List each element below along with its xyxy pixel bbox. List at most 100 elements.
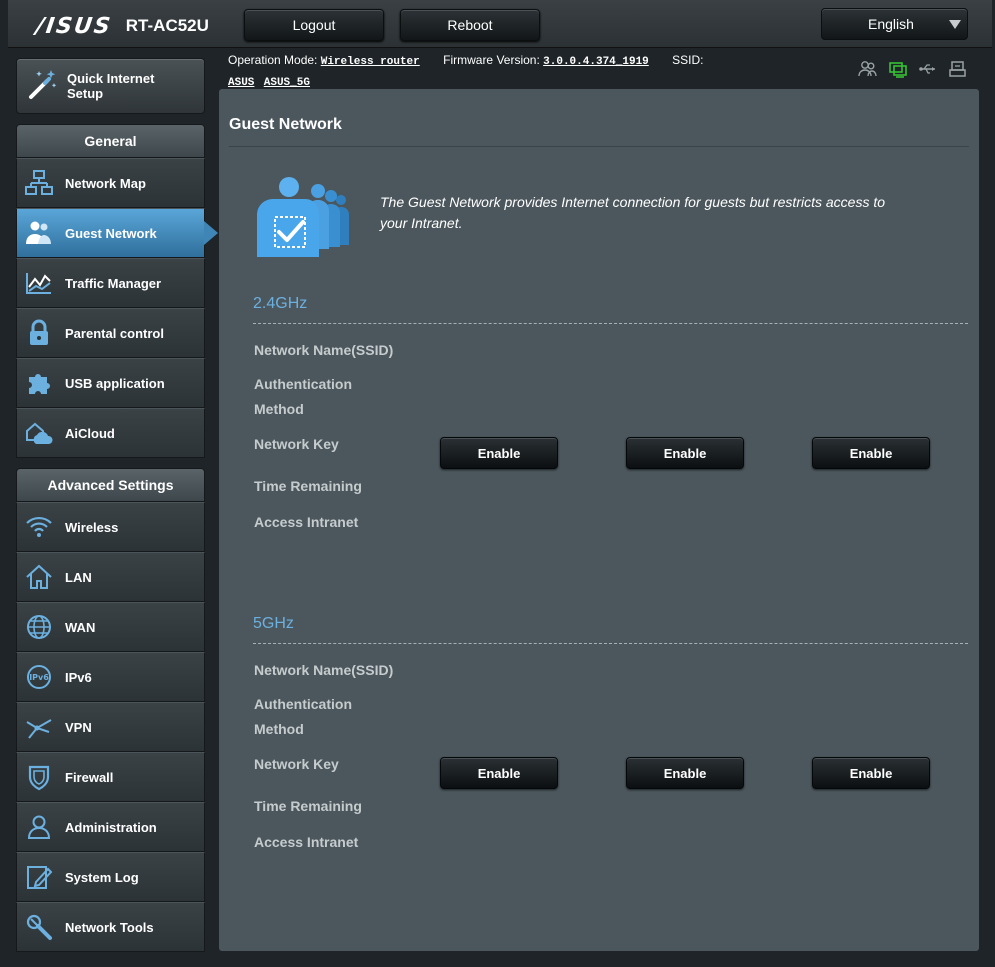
sidebar-item-wireless[interactable]: Wireless [16,502,205,552]
guest-group-icon [253,175,363,259]
language-select[interactable]: English [821,8,968,40]
title-divider [229,146,969,147]
traffic-manager-icon [23,267,55,299]
sidebar-item-label: Wireless [65,519,119,535]
band-divider-5g [253,643,968,644]
field-label-auth-method: Authentication Method [254,376,352,417]
sidebar-item-label: System Log [65,869,139,885]
printer-icon[interactable] [948,60,968,78]
brand-logo: /ISUS [34,13,114,39]
field-label-access-intranet: Access Intranet [254,834,359,850]
guest-network-icon [23,217,55,249]
sidebar-item-traffic-manager[interactable]: Traffic Manager [16,258,205,308]
quick-setup-label-2: Setup [67,86,104,101]
firmware-link[interactable]: 3.0.0.4.374_1919 [543,56,649,68]
shield-icon [23,761,55,793]
op-mode-label: Operation Mode: [228,53,318,67]
sidebar-item-label: AiCloud [65,425,115,441]
field-label-auth-method: Authentication Method [254,696,352,737]
usb-icon[interactable] [918,60,938,78]
ipv6-icon: IPv6 [23,661,55,693]
sidebar-item-label: USB application [65,375,165,391]
field-label-access-intranet: Access Intranet [254,514,359,530]
user-icon [23,811,55,843]
op-mode-link[interactable]: Wireless router [321,56,420,68]
clients-icon[interactable] [858,60,878,78]
field-label-network-key: Network Key [254,436,339,452]
field-label-ssid: Network Name(SSID) [254,662,394,678]
firmware-label: Firmware Version: [443,53,540,67]
system-log-icon [23,861,55,893]
puzzle-icon [23,367,55,399]
magic-wand-icon [25,67,59,106]
enable-button[interactable]: Enable [440,437,558,469]
sidebar-item-label: Traffic Manager [65,275,162,291]
chevron-down-icon [949,20,961,29]
reboot-button[interactable]: Reboot [400,9,540,41]
quick-internet-setup-button[interactable]: Quick Internet Setup [16,58,205,114]
cloud-icon [23,417,55,449]
sidebar-item-parental-control[interactable]: Parental control [16,308,205,358]
intro-description: The Guest Network provides Internet conn… [380,194,886,231]
status-icons [858,60,968,78]
enable-button[interactable]: Enable [626,757,744,789]
sidebar-item-network-tools[interactable]: Network Tools [16,902,205,952]
sidebar-item-label: Parental control [65,325,164,341]
sidebar-item-label: Guest Network [65,225,157,241]
internet-status-icon[interactable] [888,60,908,78]
field-label-time-remaining: Time Remaining [254,478,362,494]
status-bar: Operation Mode: Wireless router Firmware… [228,51,848,93]
main-panel: Guest Network The Guest Network provides… [219,89,979,951]
enable-button[interactable]: Enable [812,437,930,469]
sidebar-item-label: Network Tools [65,919,154,935]
general-menu-title: General [16,124,205,158]
top-bar: /ISUS RT-AC52U Logout Reboot English [8,0,992,48]
general-menu: General Network Map Guest Network Traffi… [16,124,218,458]
sidebar-item-guest-network[interactable]: Guest Network [16,208,218,258]
sidebar-item-usb-application[interactable]: USB application [16,358,205,408]
logout-button[interactable]: Logout [244,9,384,41]
field-label-network-key: Network Key [254,756,339,772]
enable-button[interactable]: Enable [812,757,930,789]
field-label-ssid: Network Name(SSID) [254,342,394,358]
sidebar-item-firewall[interactable]: Firewall [16,752,205,802]
advanced-menu-title: Advanced Settings [16,468,205,502]
logo: /ISUS RT-AC52U [34,12,209,40]
band-title-5g: 5GHz [253,615,294,632]
language-value: English [868,16,914,32]
tools-icon [23,911,55,943]
enable-button[interactable]: Enable [440,757,558,789]
sidebar-item-aicloud[interactable]: AiCloud [16,408,205,458]
sidebar-item-wan[interactable]: WAN [16,602,205,652]
lock-icon [23,317,55,349]
band-divider-2g [253,323,968,324]
page-title: Guest Network [229,116,342,133]
ssid-label: SSID: [672,53,704,67]
sidebar-item-label: Administration [65,819,157,835]
enable-button[interactable]: Enable [626,437,744,469]
globe-icon [23,611,55,643]
sidebar-item-lan[interactable]: LAN [16,552,205,602]
sidebar: Quick Internet Setup General Network Map… [16,58,218,952]
sidebar-item-label: WAN [65,619,96,635]
ssid-link-1[interactable]: ASUS [228,77,254,89]
sidebar-item-system-log[interactable]: System Log [16,852,205,902]
sidebar-item-label: VPN [65,719,92,735]
sidebar-item-network-map[interactable]: Network Map [16,158,205,208]
svg-text:IPv6: IPv6 [29,673,49,682]
band-title-2g: 2.4GHz [253,295,308,312]
sidebar-item-ipv6[interactable]: IPv6 IPv6 [16,652,205,702]
sidebar-item-label: IPv6 [65,669,92,685]
sidebar-item-label: LAN [65,569,92,585]
home-icon [23,561,55,593]
advanced-menu: Advanced Settings Wireless LAN WAN IPv6 … [16,468,205,952]
router-model: RT-AC52U [125,16,209,35]
wifi-icon [23,511,55,543]
network-map-icon [23,167,55,199]
field-label-time-remaining: Time Remaining [254,798,362,814]
sidebar-item-administration[interactable]: Administration [16,802,205,852]
sidebar-item-label: Network Map [65,175,146,191]
ssid-link-2[interactable]: ASUS_5G [264,77,310,89]
sidebar-item-label: Firewall [65,769,114,785]
sidebar-item-vpn[interactable]: VPN [16,702,205,752]
